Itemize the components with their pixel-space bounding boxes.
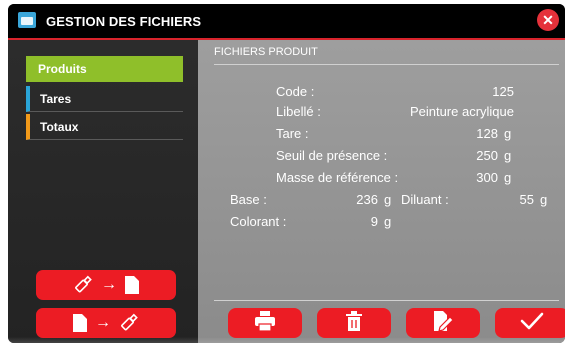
sidebar-item-tares[interactable]: Tares (26, 86, 183, 112)
edit-icon (432, 310, 454, 336)
bottom-edge (8, 337, 565, 343)
file-icon (125, 276, 139, 294)
base-label: Base : (230, 192, 267, 207)
tare-unit: g (504, 126, 512, 141)
libelle-value[interactable]: Peinture acrylique (388, 104, 514, 119)
close-icon[interactable]: ✕ (537, 9, 559, 31)
print-button[interactable] (228, 308, 302, 338)
actions-divider (214, 300, 559, 301)
window: GESTION DES FICHIERS ✕ Produits Tares To… (8, 4, 565, 343)
print-icon (254, 310, 276, 336)
seuil-unit: g (504, 148, 512, 163)
trash-icon (345, 310, 363, 336)
edit-button[interactable] (406, 308, 480, 338)
seuil-label: Seuil de présence : (276, 148, 388, 163)
colorant-unit: g (384, 214, 392, 229)
code-value[interactable]: 125 (438, 84, 514, 99)
title-bar: GESTION DES FICHIERS ✕ (8, 4, 565, 38)
colorant-value[interactable]: 9 (348, 214, 378, 229)
code-label: Code : (276, 84, 315, 99)
section-title: FICHIERS PRODUIT (214, 46, 318, 58)
main-panel: FICHIERS PRODUIT Code : 125 Libellé : Pe… (198, 40, 565, 343)
diluant-unit: g (540, 192, 548, 207)
diluant-value[interactable]: 55 (494, 192, 534, 207)
libelle-label: Libellé : (276, 104, 321, 119)
diluant-label: Diluant : (401, 192, 449, 207)
base-value[interactable]: 236 (328, 192, 378, 207)
check-icon (520, 312, 544, 335)
usb-icon (73, 275, 93, 295)
import-from-usb-button[interactable]: → (36, 270, 176, 300)
confirm-button[interactable] (495, 308, 565, 338)
usb-icon (119, 313, 139, 333)
tare-label: Tare : (276, 126, 309, 141)
arrow-right-icon: → (101, 276, 117, 293)
masse-label: Masse de référence : (276, 170, 399, 185)
tare-value[interactable]: 128 (438, 126, 498, 141)
file-icon (73, 314, 87, 332)
sidebar: Produits Tares Totaux → → (8, 40, 198, 343)
masse-value[interactable]: 300 (438, 170, 498, 185)
sidebar-item-produits[interactable]: Produits (26, 56, 183, 82)
folder-icon (18, 12, 36, 28)
window-title: GESTION DES FICHIERS (46, 14, 202, 29)
section-divider (214, 64, 559, 65)
delete-button[interactable] (317, 308, 391, 338)
export-to-usb-button[interactable]: → (36, 308, 176, 338)
sidebar-item-totaux[interactable]: Totaux (26, 114, 183, 140)
masse-unit: g (504, 170, 512, 185)
colorant-label: Colorant : (230, 214, 287, 229)
arrow-right-icon: → (95, 314, 111, 331)
seuil-value[interactable]: 250 (438, 148, 498, 163)
base-unit: g (384, 192, 392, 207)
